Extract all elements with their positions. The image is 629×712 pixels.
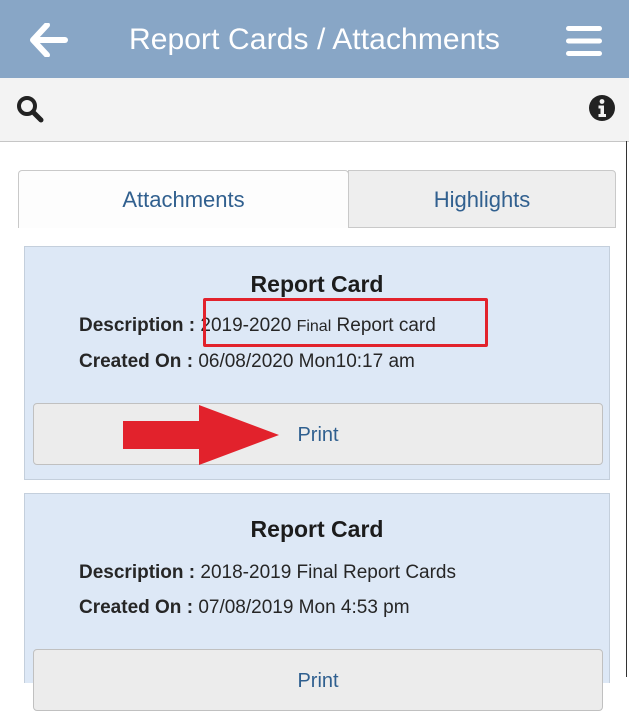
card-title: Report Card: [250, 516, 384, 542]
search-icon[interactable]: [16, 95, 44, 128]
created-on-row: Created On : 07/08/2019 Mon 4:53 pm: [79, 597, 410, 619]
created-on-row: Created On : 06/08/2020 Mon10:17 am: [79, 351, 415, 373]
report-card-item: Report Card Description : 2019-2020 Fina…: [24, 246, 610, 480]
description-label: Description :: [79, 315, 196, 336]
description-value: 2018-2019 Final Report Cards: [200, 562, 456, 583]
created-on-value: 07/08/2019 Mon 4:53 pm: [198, 597, 410, 618]
print-button[interactable]: Print: [33, 649, 603, 711]
info-icon[interactable]: [588, 94, 616, 127]
toolbar: [0, 78, 629, 142]
tab-attachments[interactable]: Attachments: [18, 170, 349, 228]
report-card-item: Report Card Description : 2018-2019 Fina…: [24, 493, 610, 711]
created-on-value: 06/08/2020 Mon10:17 am: [198, 351, 415, 372]
hamburger-menu-icon[interactable]: [566, 26, 602, 61]
tab-bar: Attachments Highlights: [18, 170, 616, 228]
print-button[interactable]: Print: [33, 403, 603, 465]
created-on-label: Created On :: [79, 351, 194, 372]
card-title: Report Card: [250, 271, 384, 297]
description-row: Description : 2018-2019 Final Report Car…: [79, 562, 456, 584]
red-highlight-box: [203, 298, 488, 347]
created-on-label: Created On :: [79, 597, 194, 618]
scroll-edge-divider: [626, 141, 627, 677]
red-arrow-icon: [121, 404, 281, 471]
description-label: Description :: [79, 562, 196, 583]
tab-highlights[interactable]: Highlights: [348, 170, 616, 228]
page-title: Report Cards / Attachments: [128, 23, 501, 56]
app-header: Report Cards / Attachments: [0, 0, 629, 78]
